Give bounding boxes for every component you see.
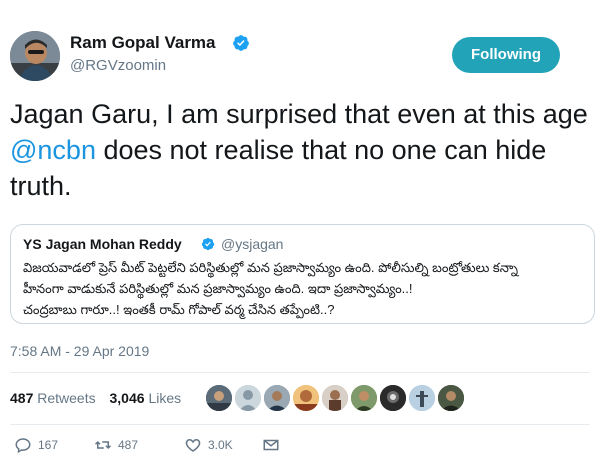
liker-avatar[interactable] [349,383,379,413]
verified-badge-icon [201,237,215,251]
tweet-text-part: Jagan Garu, I am surprised that even at … [10,99,588,129]
retweets-label: Retweets [37,390,96,406]
liker-avatar[interactable] [407,383,437,413]
retweets-stat[interactable]: 487 Retweets [10,390,96,406]
likes-label: Likes [148,390,182,406]
like-action[interactable]: 3.0K [184,436,233,454]
tweet-text: Jagan Garu, I am surprised that even at … [10,96,590,204]
liker-avatar[interactable] [291,383,321,413]
mention-link[interactable]: @ncbn [10,135,96,165]
likes-count: 3,046 [109,390,145,406]
liker-avatar[interactable] [436,383,466,413]
quoted-author-name: YS Jagan Mohan Reddy [23,236,182,252]
direct-message-action[interactable] [262,436,280,454]
following-button[interactable]: Following [452,37,560,73]
quoted-tweet-card[interactable]: YS Jagan Mohan Reddy @ysjagan విజయవాడలో … [10,224,595,324]
quoted-text-line: హీనంగా వాడుకునే పరిస్థితుల్లో మన ప్రజాస్… [23,281,413,296]
tweet-timestamp[interactable]: 7:58 AM - 29 Apr 2019 [10,343,149,359]
reply-action[interactable]: 167 [14,436,58,454]
likes-stat[interactable]: 3,046 Likes [110,390,182,406]
tweet-actions: 167 487 3.0K [10,436,590,456]
retweet-icon [94,440,112,450]
verified-badge-icon [233,35,249,51]
liker-avatar[interactable] [320,383,350,413]
author-avatar[interactable] [10,31,60,81]
envelope-icon [263,439,279,451]
author-display-name[interactable]: Ram Gopal Varma [70,33,216,53]
liker-avatar[interactable] [233,383,263,413]
author-handle[interactable]: @RGVzoomin [70,57,166,74]
liker-avatar[interactable] [204,383,234,413]
liker-avatar[interactable] [262,383,292,413]
liker-avatar[interactable] [378,383,408,413]
heart-icon [185,438,201,452]
quoted-text-line: విజయవాడలో ప్రెస్ మీట్ పెట్టలేని పరిస్థిత… [23,260,518,275]
quoted-text-line: చంద్రబాబు గారూ..! ఇంతకీ రామ్ గోపాల్ వర్మ… [23,302,335,317]
divider [10,372,590,373]
reply-icon [15,438,31,454]
engagement-stats: 487 Retweets 3,046 Likes [10,390,181,406]
retweets-count: 487 [10,390,34,406]
retweet-action[interactable]: 487 [94,436,138,454]
divider [10,424,590,425]
quoted-tweet-text: విజయవాడలో ప్రెస్ మీట్ పెట్టలేని పరిస్థిత… [23,257,588,320]
quoted-author-handle: @ysjagan [221,236,284,252]
